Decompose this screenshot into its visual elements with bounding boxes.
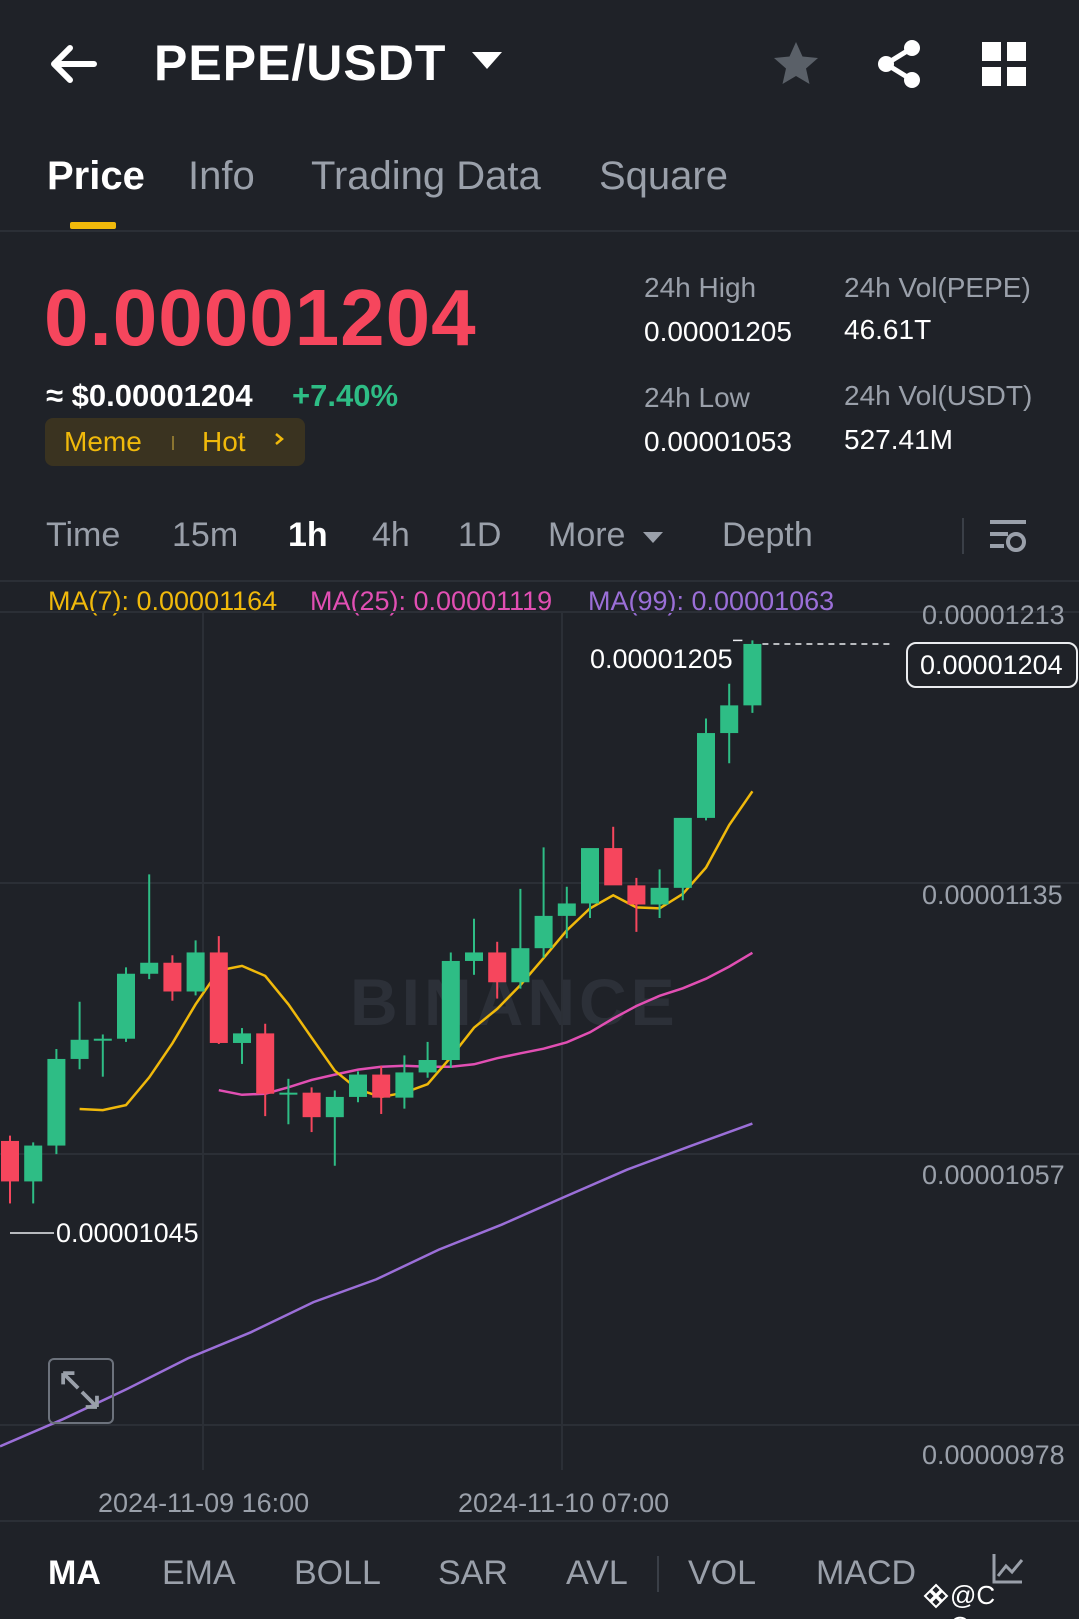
pair-dropdown-icon[interactable]: [472, 52, 502, 69]
candle-down: [372, 1074, 391, 1098]
vol-base-value: 46.61T: [844, 314, 932, 345]
candle-down: [163, 962, 182, 992]
y-tick-label: 0.00001213: [922, 600, 1065, 630]
low-value: 0.00001053: [644, 426, 792, 457]
divider: [962, 518, 964, 554]
tab-trading-data[interactable]: Trading Data: [311, 154, 541, 199]
divider: [657, 1556, 659, 1592]
vol-base-label: 24h Vol(PEPE): [844, 272, 1031, 303]
tag-separator: [172, 436, 174, 450]
candle-up: [47, 1058, 66, 1146]
candle-up: [743, 643, 762, 706]
indicator-ema[interactable]: EMA: [162, 1554, 236, 1593]
interval-4h[interactable]: 4h: [372, 516, 410, 555]
interval-more[interactable]: More: [548, 516, 625, 555]
x-tick-label: 2024-11-09 16:00: [98, 1488, 310, 1518]
indicator-avl[interactable]: AVL: [566, 1554, 628, 1593]
high-value: 0.00001205: [644, 316, 792, 347]
back-arrow-icon[interactable]: [48, 38, 100, 90]
tab-square[interactable]: Square: [599, 154, 728, 199]
ma7-line: [79, 790, 754, 1112]
indicator-boll[interactable]: BOLL: [294, 1554, 381, 1593]
pair-title[interactable]: PEPE/USDT: [154, 34, 446, 92]
candle-up: [24, 1145, 43, 1182]
high-label: 24h High: [644, 272, 757, 303]
more-caret-icon[interactable]: [643, 532, 663, 543]
current-price-label: 0.00001204: [920, 650, 1063, 680]
candle-up: [233, 1033, 251, 1043]
high-marker-label: 0.00001205: [590, 644, 733, 674]
x-tick-label: 2024-11-10 07:00: [458, 1488, 670, 1518]
tag-meme[interactable]: Meme: [64, 426, 142, 458]
candle-down: [256, 1033, 275, 1094]
candlestick-chart[interactable]: [0, 582, 1079, 1522]
share-icon[interactable]: [874, 38, 926, 90]
divider: [0, 230, 1079, 232]
indicator-vol[interactable]: VOL: [688, 1554, 756, 1593]
candle-down: [488, 952, 507, 983]
fullscreen-button[interactable]: [48, 1358, 114, 1424]
usd-price: ≈ $0.00001204: [46, 378, 253, 413]
divider: [0, 1520, 1079, 1522]
header: PEPE/USDT: [0, 0, 1079, 130]
vol-quote-label: 24h Vol(USDT): [844, 380, 1033, 411]
chart-settings-icon[interactable]: [988, 516, 1028, 556]
candle-up: [673, 817, 692, 888]
candle-up: [557, 903, 576, 916]
vol-quote-value: 527.41M: [844, 424, 953, 455]
candle-up: [325, 1096, 344, 1118]
candle-up: [697, 733, 715, 818]
last-price: 0.00001204: [44, 273, 477, 362]
candle-up: [93, 1038, 112, 1041]
candle-up: [70, 1039, 89, 1059]
candle-up: [720, 705, 739, 734]
candle-up: [186, 952, 205, 992]
indicator-sar[interactable]: SAR: [438, 1554, 508, 1593]
candle-up: [650, 887, 669, 905]
low-label: 24h Low: [644, 382, 750, 413]
chevron-right-icon: [275, 433, 284, 445]
interval-1h[interactable]: 1h: [288, 516, 328, 555]
interval-time[interactable]: Time: [46, 516, 120, 555]
candle-up: [534, 915, 553, 949]
candle-up: [465, 952, 483, 961]
ma25-line: [218, 951, 754, 1097]
candle-up: [441, 960, 460, 1061]
low-marker-label: 0.00001045: [56, 1218, 199, 1248]
candle-up: [418, 1060, 437, 1073]
grid-menu-icon[interactable]: [980, 40, 1028, 88]
credit-text: @C Queen: [950, 1580, 1028, 1619]
depth-tab[interactable]: Depth: [722, 516, 813, 555]
candle-down: [302, 1092, 321, 1118]
candle-up: [279, 1092, 298, 1095]
interval-1d[interactable]: 1D: [458, 516, 501, 555]
candle-down: [604, 848, 623, 886]
active-tab-indicator: [70, 222, 116, 229]
y-tick-label: 0.00001057: [922, 1160, 1065, 1190]
y-tick-label: 0.00000978: [922, 1440, 1065, 1470]
candle-up: [511, 948, 530, 983]
tag-hot[interactable]: Hot: [202, 426, 246, 458]
tab-price[interactable]: Price: [47, 154, 145, 199]
price-change: +7.40%: [292, 378, 399, 413]
candle-up: [117, 973, 135, 1039]
candle-up: [395, 1072, 414, 1098]
favorite-star-icon[interactable]: [770, 38, 822, 90]
y-tick-label: 0.00001135: [922, 880, 1063, 910]
candle-up: [349, 1074, 367, 1097]
interval-15m[interactable]: 15m: [172, 516, 238, 555]
candle-up: [581, 848, 599, 904]
candle-down: [627, 885, 646, 905]
indicator-ma[interactable]: MA: [48, 1554, 101, 1593]
tab-info[interactable]: Info: [188, 154, 255, 199]
candle-down: [209, 952, 228, 1043]
indicator-macd[interactable]: MACD: [816, 1554, 916, 1593]
expand-icon: [61, 1371, 99, 1409]
candle-down: [1, 1140, 19, 1182]
candle-up: [140, 962, 159, 974]
binance-logo-icon: [923, 1583, 949, 1609]
